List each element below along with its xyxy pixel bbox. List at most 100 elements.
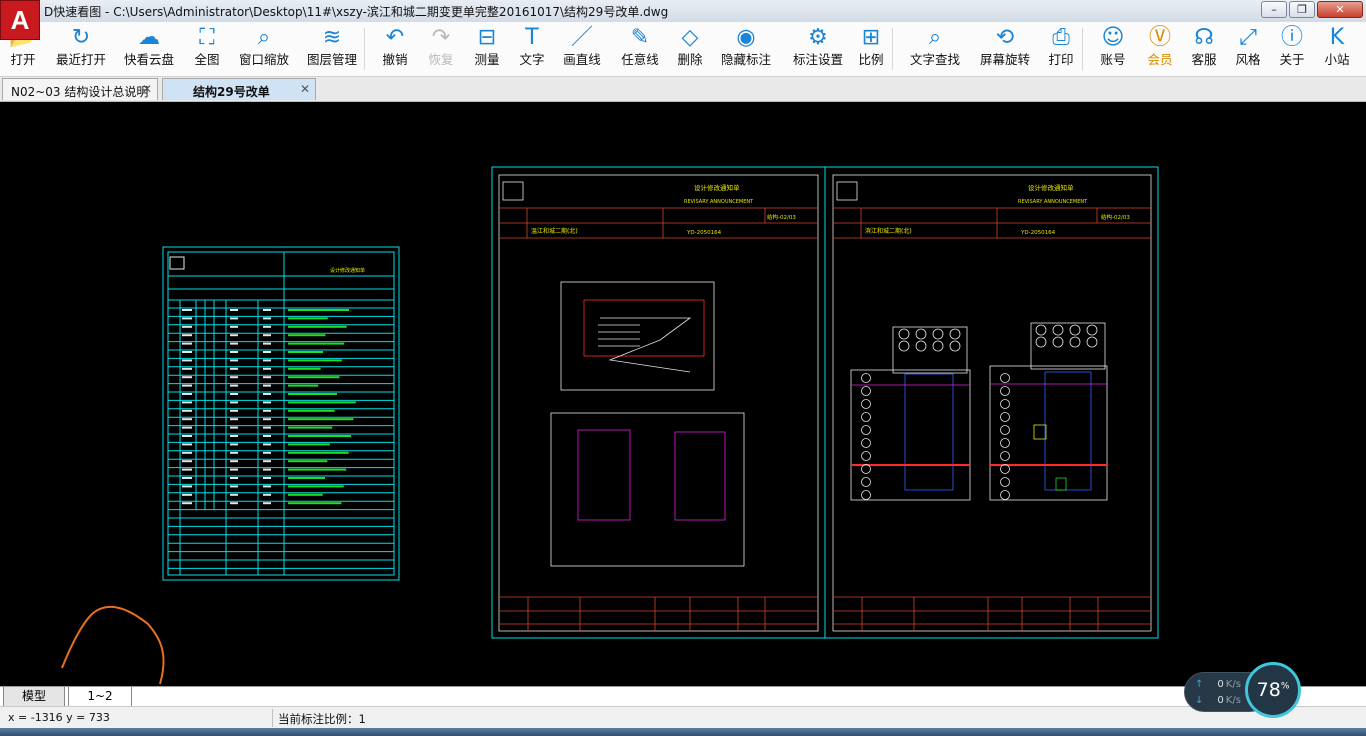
upload-arrow-icon: ↑ bbox=[1195, 679, 1204, 690]
index-cell-mark bbox=[263, 418, 271, 421]
toolbar-button-eye-hide[interactable]: ◉ 隐藏标注 bbox=[712, 22, 780, 76]
index-cell-mark bbox=[182, 409, 192, 412]
toolbar-button-info[interactable]: ⓘ 关于 bbox=[1272, 22, 1312, 76]
tab-model[interactable]: 模型 bbox=[3, 687, 65, 707]
grid-axis-bubble bbox=[1086, 324, 1098, 336]
document-tab-bar: N02~03 结构设计总说明 ✕ 结构29号改单 ✕ bbox=[0, 77, 1366, 102]
toolbar-button-measure[interactable]: ⊟ 测量 bbox=[466, 22, 508, 76]
toolbar-button-redo[interactable]: ↷ 恢复 bbox=[418, 22, 464, 76]
tab-structure-29-revision[interactable]: 结构29号改单 ✕ bbox=[162, 78, 316, 100]
revision-sheet-1-text: 设计修改通知单 REVISARY ANNOUNCEMENT 结构-02/03 温江和城… bbox=[531, 183, 796, 236]
freehand-annotation-stroke[interactable] bbox=[61, 605, 165, 685]
grid-axis-bubble bbox=[1052, 336, 1064, 348]
toolbar-button-line[interactable]: ／ 画直线 bbox=[556, 22, 608, 76]
app-logo[interactable]: A bbox=[0, 0, 40, 40]
toolbar-button-label: 撤销 bbox=[382, 52, 408, 67]
tab-close-icon[interactable]: ✕ bbox=[142, 82, 152, 96]
toolbar-button-annotation-settings[interactable]: ⚙ 标注设置 bbox=[786, 22, 850, 76]
toolbar-button-window-zoom[interactable]: ⌕ 窗口缩放 bbox=[234, 22, 294, 76]
toolbar-button-text[interactable]: T 文字 bbox=[512, 22, 552, 76]
toolbar-button-label: 关于 bbox=[1279, 52, 1305, 67]
toolbar-button-text-search[interactable]: ⌕ 文字查找 bbox=[902, 22, 968, 76]
index-cell-mark bbox=[230, 502, 238, 505]
net-speed-widget[interactable]: ↑ 0 K/s ↓ 0 K/s 78% bbox=[1184, 662, 1304, 718]
upload-speed: ↑ 0 K/s bbox=[1195, 679, 1241, 690]
index-cell-mark bbox=[182, 325, 192, 328]
toolbar-button-style[interactable]: ⤢ 风格 bbox=[1228, 22, 1268, 76]
index-cell-mark bbox=[288, 468, 347, 471]
grid-axis-bubble bbox=[1000, 412, 1010, 422]
index-cell-mark bbox=[263, 485, 271, 488]
index-cell-mark bbox=[288, 334, 326, 337]
toolbar-button-station[interactable]: K 小站 bbox=[1318, 22, 1356, 76]
index-cell-mark bbox=[263, 325, 271, 328]
text-icon: T bbox=[525, 25, 539, 50]
toolbar-button-account[interactable]: ☺ 账号 bbox=[1092, 22, 1134, 76]
minimize-button[interactable]: – bbox=[1261, 1, 1287, 18]
index-cell-mark bbox=[288, 367, 321, 370]
toolbar-button-rotate-screen[interactable]: ⟲ 屏幕旋转 bbox=[972, 22, 1038, 76]
index-cell-mark bbox=[230, 460, 238, 463]
print-icon: ⎙ bbox=[1052, 25, 1070, 50]
toolbar-button-layers[interactable]: ≋ 图层管理 bbox=[300, 22, 364, 76]
index-cell-mark bbox=[182, 502, 192, 505]
memory-usage-ring[interactable]: 78% bbox=[1245, 662, 1301, 718]
download-arrow-icon: ↓ bbox=[1195, 695, 1204, 706]
maximize-icon: ❐ bbox=[1297, 3, 1307, 16]
toolbar-button-cloud[interactable]: ☁ 快看云盘 bbox=[118, 22, 180, 76]
index-cell-mark bbox=[230, 334, 238, 337]
sheet-code: 结构-02/03 bbox=[767, 213, 796, 221]
scale-icon: ⊞ bbox=[861, 25, 881, 50]
toolbar-separator bbox=[1082, 28, 1083, 70]
toolbar-button-headset[interactable]: ☊ 客服 bbox=[1184, 22, 1224, 76]
index-cell-mark bbox=[288, 393, 337, 395]
grid-axis-bubble bbox=[861, 425, 871, 435]
grid-axis-bubble bbox=[1000, 438, 1010, 448]
index-cell-mark bbox=[263, 359, 271, 362]
revision-sheet-2 bbox=[832, 174, 1152, 632]
tab-structural-design-notes[interactable]: N02~03 结构设计总说明 ✕ bbox=[2, 78, 158, 100]
toolbar-button-recent-open[interactable]: ↻ 最近打开 bbox=[50, 22, 112, 76]
index-cell-mark bbox=[288, 317, 328, 320]
index-cell-mark bbox=[182, 426, 192, 429]
toolbar-button-label: 窗口缩放 bbox=[238, 52, 289, 67]
index-cell-mark bbox=[182, 393, 192, 395]
index-cell-mark bbox=[182, 460, 192, 463]
index-cell-mark bbox=[288, 502, 342, 505]
index-cell-mark bbox=[230, 342, 238, 345]
index-cell-mark bbox=[182, 317, 192, 320]
line-icon: ／ bbox=[570, 25, 593, 50]
layers-icon: ≋ bbox=[322, 25, 342, 50]
index-sheet bbox=[162, 246, 400, 581]
toolbar-button-vip[interactable]: Ⓥ 会员 bbox=[1140, 22, 1180, 76]
toolbar-button-scale[interactable]: ⊞ 比例 bbox=[850, 22, 892, 76]
maximize-button[interactable]: ❐ bbox=[1289, 1, 1315, 18]
grid-axis-bubble bbox=[898, 340, 910, 352]
index-cell-mark bbox=[288, 359, 342, 362]
drawing-canvas[interactable]: 设计修改通知单 设计修改通知单 REVISARY ANNOUNCEMENT 结构… bbox=[0, 102, 1366, 686]
sheet-project: 温江和城二期(北) bbox=[531, 227, 578, 235]
toolbar-button-eraser[interactable]: ◇ 删除 bbox=[670, 22, 710, 76]
toolbar-button-label: 客服 bbox=[1191, 52, 1217, 67]
grid-axis-bubble bbox=[915, 328, 927, 340]
toolbar-button-fullscreen[interactable]: ⛶ 全图 bbox=[184, 22, 230, 76]
index-cell-mark bbox=[288, 351, 323, 353]
tab-layout-1-2[interactable]: 1~2 bbox=[68, 687, 132, 707]
toolbar-button-freehand[interactable]: ✎ 任意线 bbox=[614, 22, 666, 76]
toolbar-button-undo[interactable]: ↶ 撤销 bbox=[372, 22, 418, 76]
toolbar-button-print[interactable]: ⎙ 打印 bbox=[1040, 22, 1082, 76]
toolbar-button-label: 全图 bbox=[194, 52, 220, 67]
toolbar-button-label: 隐藏标注 bbox=[720, 52, 771, 67]
index-cell-mark bbox=[182, 359, 192, 362]
index-cell-mark bbox=[230, 393, 238, 395]
main-toolbar: 📂打开↻最近打开☁快看云盘⛶全图⌕窗口缩放≋图层管理↶撤销↷恢复⊟测量T文字／画… bbox=[0, 22, 1366, 77]
index-cell-mark bbox=[263, 317, 271, 320]
close-button[interactable]: ✕ bbox=[1317, 1, 1363, 18]
tab-close-icon[interactable]: ✕ bbox=[300, 82, 310, 96]
sheet-number: YD-2050164 bbox=[1020, 230, 1056, 236]
index-cell-mark bbox=[230, 376, 238, 379]
annotation-scale: 当前标注比例：1 bbox=[278, 712, 366, 726]
station-icon: K bbox=[1329, 25, 1345, 50]
index-cell-mark bbox=[182, 468, 192, 471]
status-bar: x = -1316 y = 733 当前标注比例：1 bbox=[0, 706, 1366, 729]
